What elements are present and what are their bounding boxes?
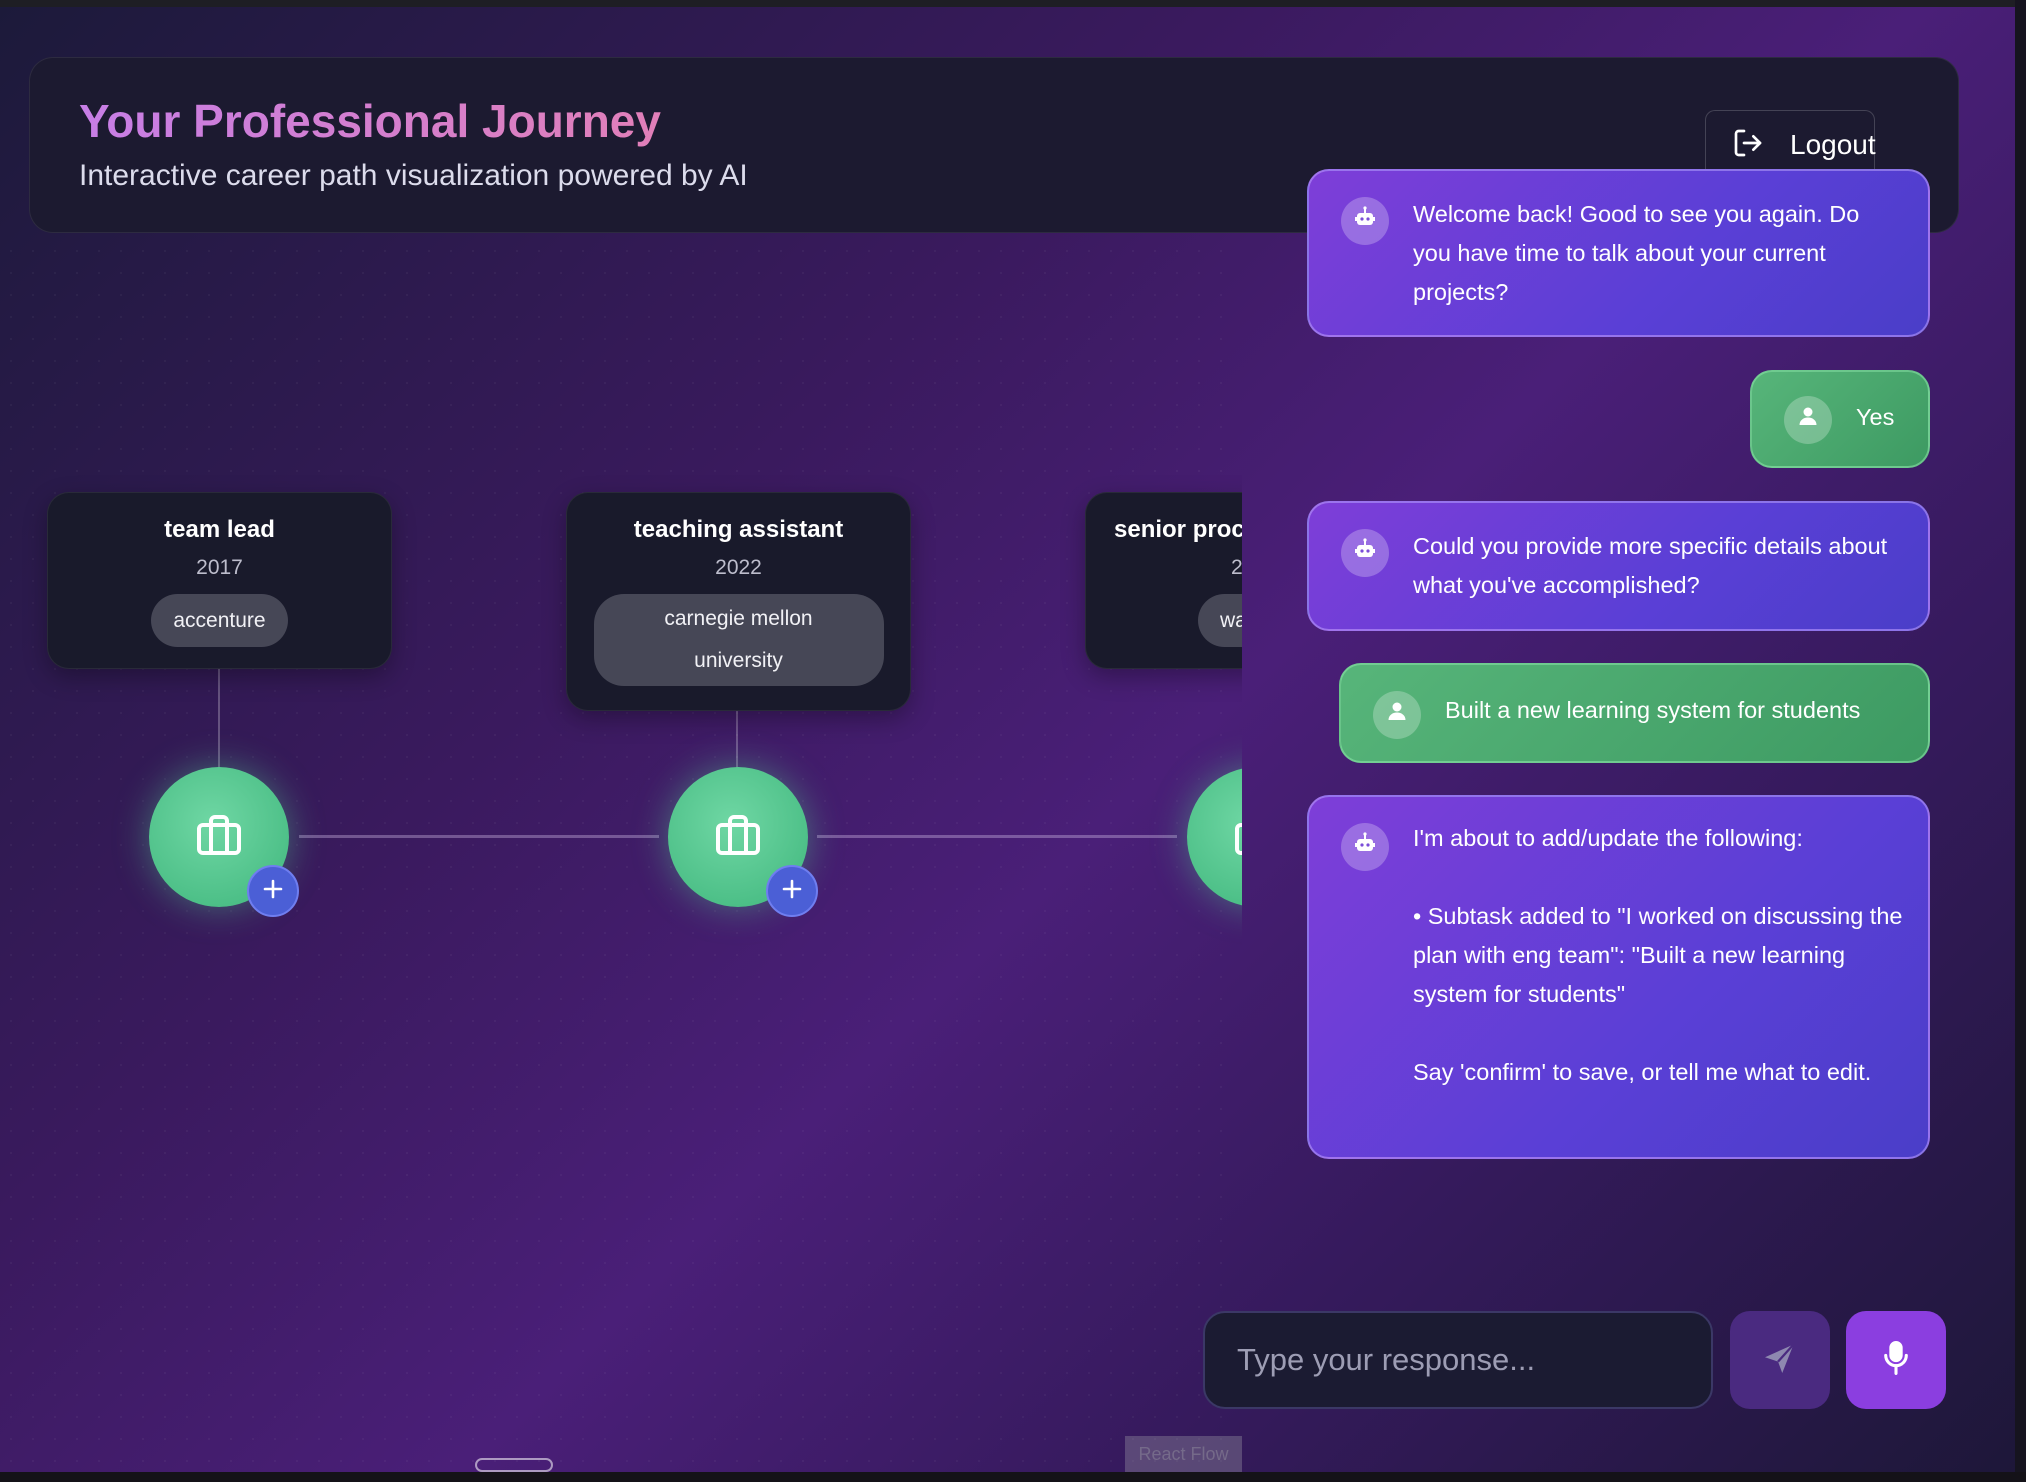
message-text: Yes <box>1856 404 1895 430</box>
assistant-message: I'm about to add/update the following: •… <box>1307 795 1930 1159</box>
plus-icon <box>782 879 802 903</box>
timeline-edge <box>299 835 659 838</box>
organization-chip: accenture <box>151 594 288 647</box>
robot-icon <box>1353 202 1377 241</box>
logout-icon <box>1732 127 1764 163</box>
briefcase-icon <box>195 813 243 861</box>
add-subtask-button[interactable] <box>766 865 818 917</box>
career-flow-canvas[interactable]: team lead 2017 accenture teaching assist… <box>0 240 1242 1472</box>
user-avatar <box>1784 396 1832 444</box>
bot-avatar <box>1341 823 1389 871</box>
briefcase-icon <box>714 813 762 861</box>
bot-avatar <box>1341 529 1389 577</box>
page-title: Your Professional Journey <box>79 95 661 147</box>
role-title: team lead <box>164 516 275 543</box>
user-message: Built a new learning system for students <box>1339 663 1930 763</box>
timeline-card[interactable]: team lead 2017 accenture <box>47 492 392 669</box>
timeline-card[interactable]: senior proc 2 wa <box>1085 492 1242 669</box>
window-right-edge <box>2015 0 2026 1482</box>
edge-card-to-node <box>218 668 220 778</box>
role-title: senior proc <box>1114 516 1242 543</box>
role-year: 2022 <box>715 556 762 579</box>
plus-icon <box>263 879 283 903</box>
add-subtask-button[interactable] <box>247 865 299 917</box>
assistant-message: Welcome back! Good to see you again. Do … <box>1307 169 1930 337</box>
robot-icon <box>1353 534 1377 573</box>
organization-chip: wa <box>1198 594 1242 647</box>
timeline-node[interactable] <box>1187 767 1242 907</box>
message-text: Welcome back! Good to see you again. Do … <box>1413 201 1860 305</box>
message-text: Built a new learning system for students <box>1445 697 1861 723</box>
role-year: 2 <box>1231 556 1242 579</box>
organization-chip: carnegie mellon university <box>593 594 884 686</box>
send-button[interactable] <box>1730 1311 1830 1409</box>
microphone-button[interactable] <box>1846 1311 1946 1409</box>
user-icon <box>1796 401 1820 440</box>
window-bottom-edge <box>0 1472 2026 1482</box>
canvas-scroll-handle[interactable] <box>475 1458 553 1472</box>
robot-icon <box>1353 828 1377 867</box>
user-avatar <box>1373 691 1421 739</box>
role-year: 2017 <box>196 556 243 579</box>
timeline-card[interactable]: teaching assistant 2022 carnegie mellon … <box>566 492 911 711</box>
bot-avatar <box>1341 197 1389 245</box>
briefcase-icon <box>1233 813 1242 861</box>
message-text: Could you provide more specific details … <box>1413 533 1888 598</box>
user-message: Yes <box>1750 370 1930 468</box>
page-subtitle: Interactive career path visualization po… <box>79 159 748 192</box>
send-icon <box>1762 1340 1798 1380</box>
timeline-edge <box>817 835 1177 838</box>
microphone-icon <box>1880 1340 1912 1380</box>
logout-label: Logout <box>1790 129 1876 160</box>
user-icon <box>1385 696 1409 735</box>
window-top-edge <box>0 0 2026 7</box>
role-title: teaching assistant <box>633 516 844 543</box>
assistant-message: Could you provide more specific details … <box>1307 501 1930 631</box>
message-text: I'm about to add/update the following: •… <box>1413 825 1903 1085</box>
chat-response-input[interactable] <box>1203 1311 1713 1409</box>
flow-attribution[interactable]: React Flow <box>1125 1436 1242 1472</box>
